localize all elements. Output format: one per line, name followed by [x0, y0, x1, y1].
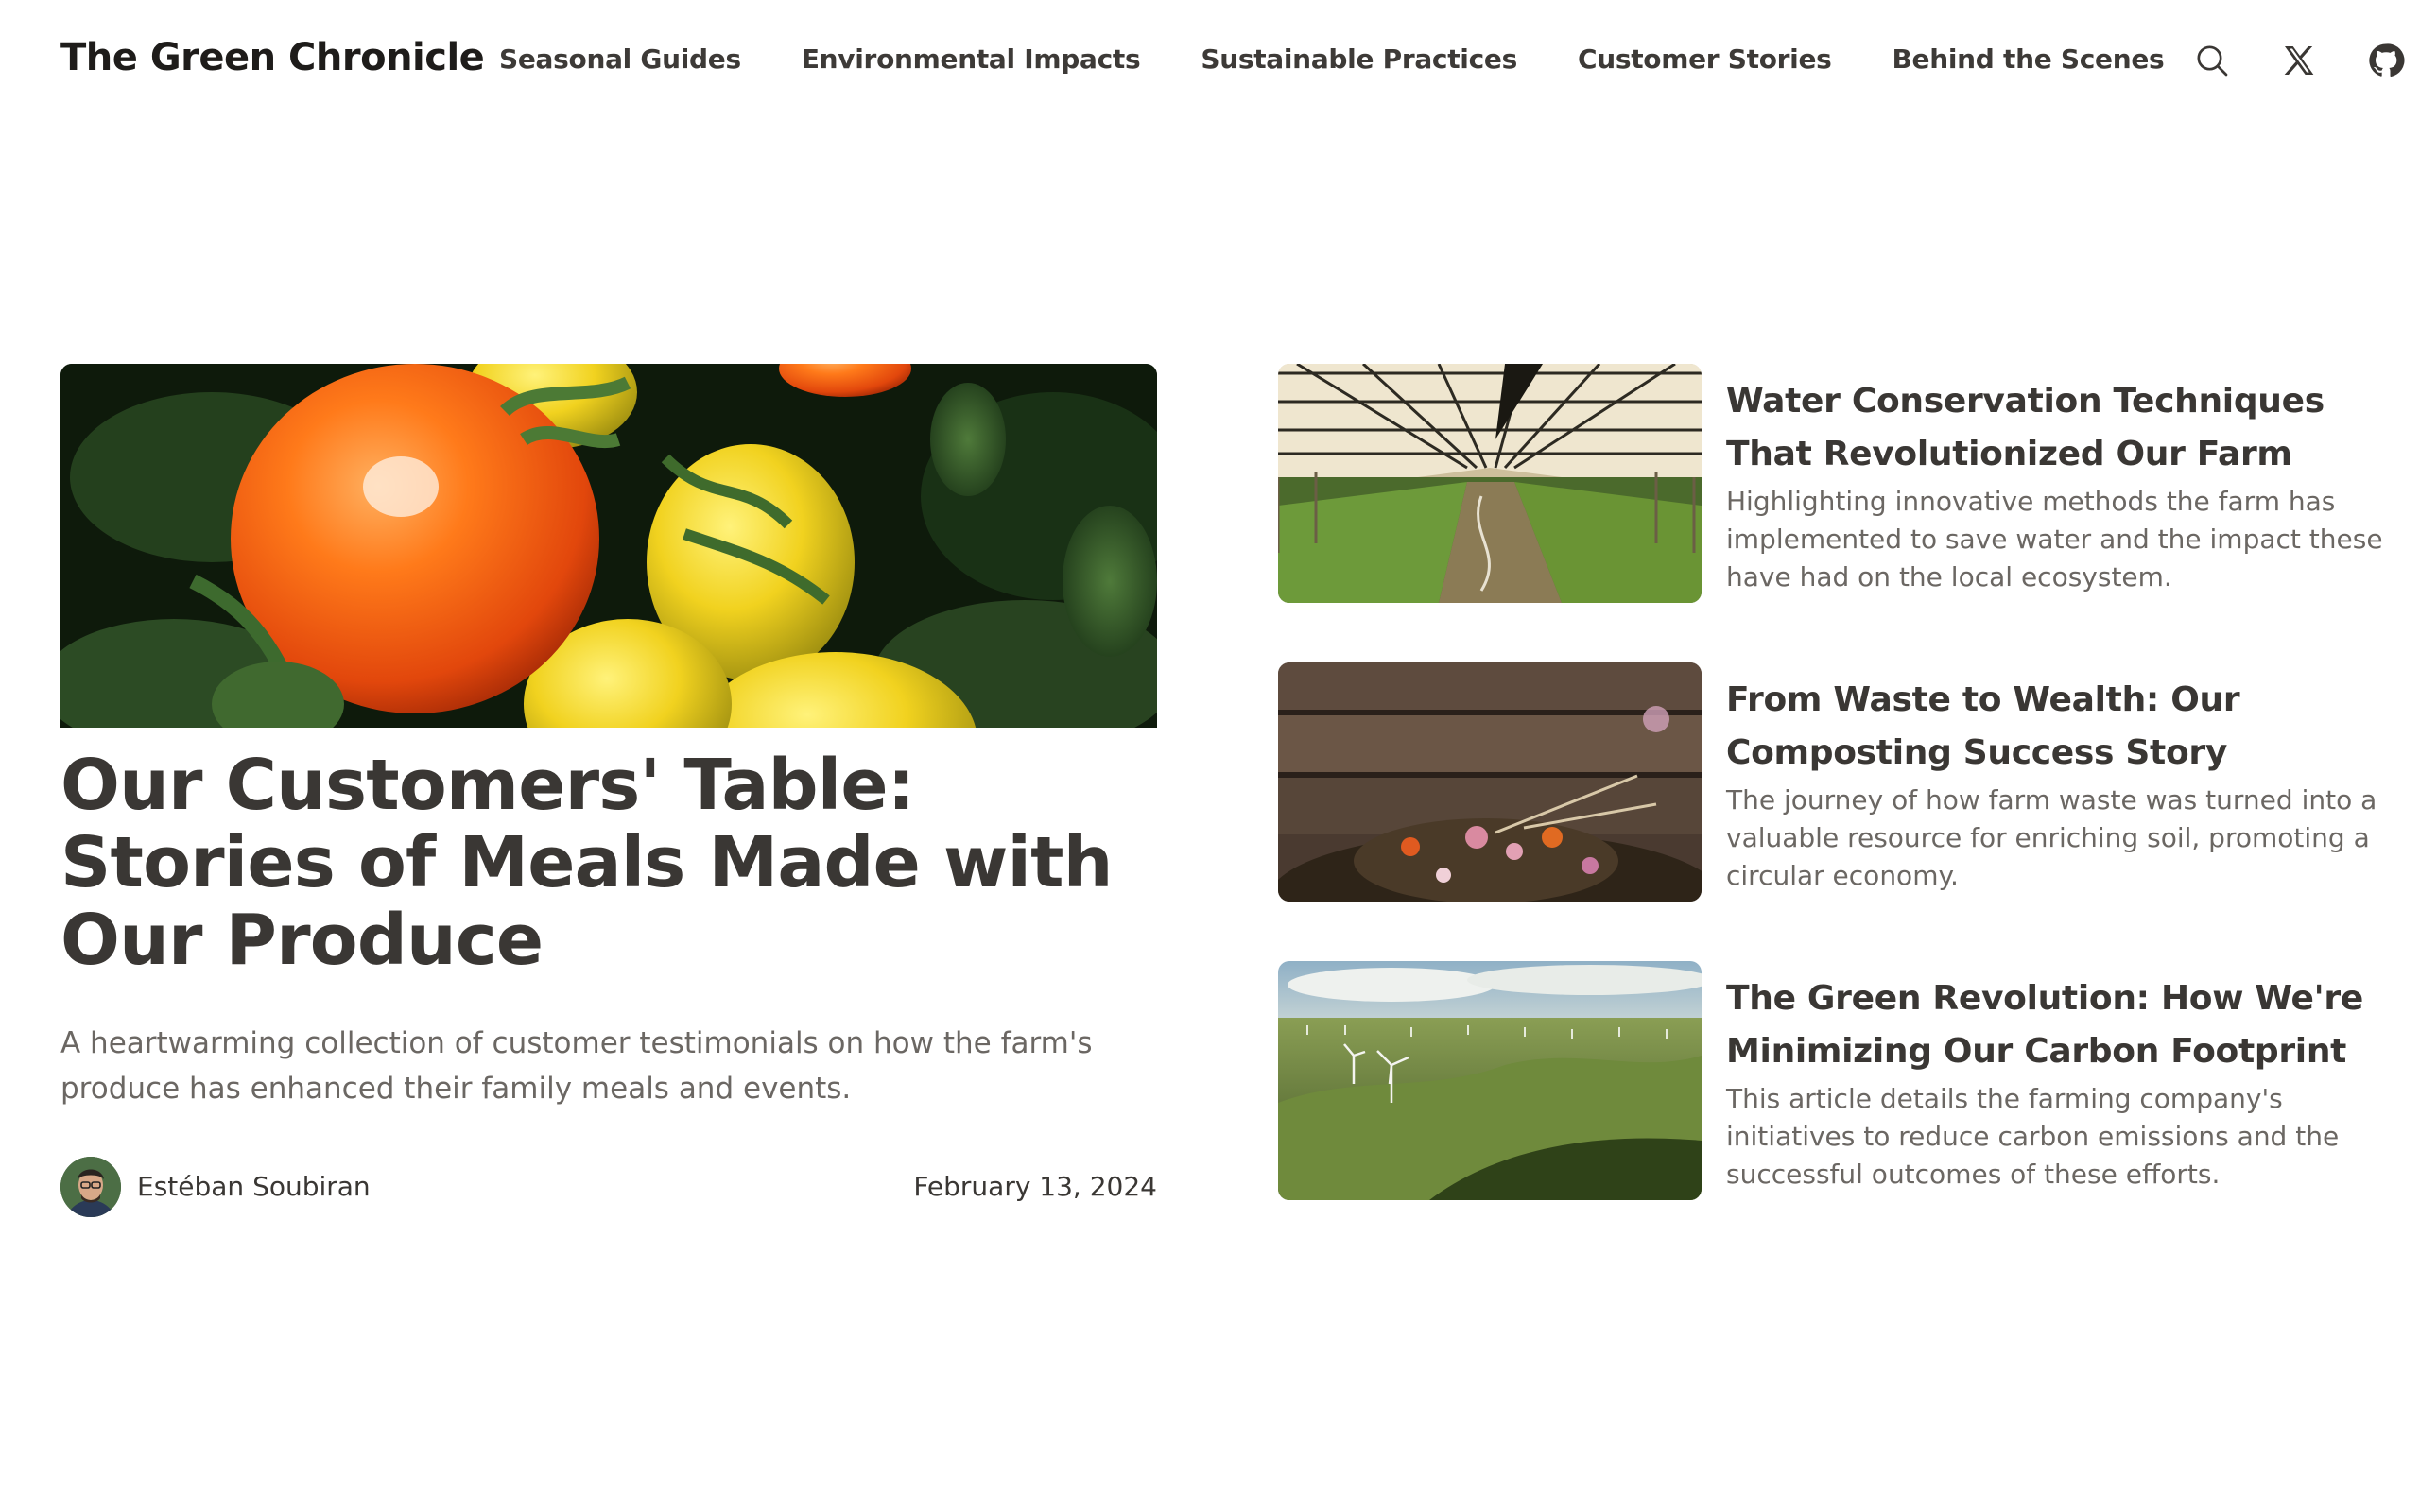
featured-meta: Estéban Soubiran February 13, 2024	[60, 1157, 1157, 1217]
article-card[interactable]: From Waste to Wealth: Our Composting Suc…	[1278, 662, 2377, 902]
featured-image-tomatoes[interactable]	[60, 364, 1157, 728]
article-description: Highlighting innovative methods the farm…	[1726, 486, 2383, 593]
featured-title[interactable]: Our Customers' Table: Stories of Meals M…	[60, 747, 1157, 979]
nav-item-environmental-impacts[interactable]: Environmental Impacts	[802, 43, 1141, 75]
nav-item-customer-stories[interactable]: Customer Stories	[1578, 43, 1832, 75]
featured-article[interactable]: Our Customers' Table: Stories of Meals M…	[60, 364, 1157, 1217]
x-icon[interactable]	[2280, 42, 2318, 79]
article-thumbnail-compost[interactable]	[1278, 662, 1702, 902]
main-nav: Seasonal Guides Environmental Impacts Su…	[499, 43, 2165, 75]
article-card[interactable]: The Green Revolution: How We're Minimizi…	[1278, 961, 2375, 1200]
article-title[interactable]: Water Conservation Techniques That Revol…	[1726, 375, 2388, 481]
avatar[interactable]	[60, 1157, 121, 1217]
author-name[interactable]: Estéban Soubiran	[137, 1171, 371, 1202]
article-thumbnail-greenhouse[interactable]	[1278, 364, 1702, 603]
nav-item-sustainable-practices[interactable]: Sustainable Practices	[1201, 43, 1517, 75]
nav-item-seasonal-guides[interactable]: Seasonal Guides	[499, 43, 741, 75]
github-icon[interactable]	[2367, 42, 2405, 79]
search-icon[interactable]	[2193, 42, 2231, 79]
featured-description: A heartwarming collection of customer te…	[60, 1026, 1093, 1106]
article-thumbnail-wind-farm[interactable]	[1278, 961, 1702, 1200]
nav-item-behind-the-scenes[interactable]: Behind the Scenes	[1893, 43, 2165, 75]
article-card[interactable]: Water Conservation Techniques That Revol…	[1278, 364, 2383, 603]
article-text: From Waste to Wealth: Our Composting Suc…	[1726, 674, 2388, 895]
article-description: This article details the farming company…	[1726, 1083, 2340, 1190]
article-title[interactable]: From Waste to Wealth: Our Composting Suc…	[1726, 674, 2388, 780]
article-text: The Green Revolution: How We're Minimizi…	[1726, 972, 2388, 1194]
site-header: The Green Chronicle Seasonal Guides Envi…	[0, 0, 2420, 123]
site-logo[interactable]: The Green Chronicle	[60, 36, 485, 79]
article-title[interactable]: The Green Revolution: How We're Minimizi…	[1726, 972, 2388, 1078]
article-text: Water Conservation Techniques That Revol…	[1726, 375, 2388, 596]
publish-date: February 13, 2024	[913, 1171, 1157, 1202]
article-description: The journey of how farm waste was turned…	[1726, 784, 2377, 891]
